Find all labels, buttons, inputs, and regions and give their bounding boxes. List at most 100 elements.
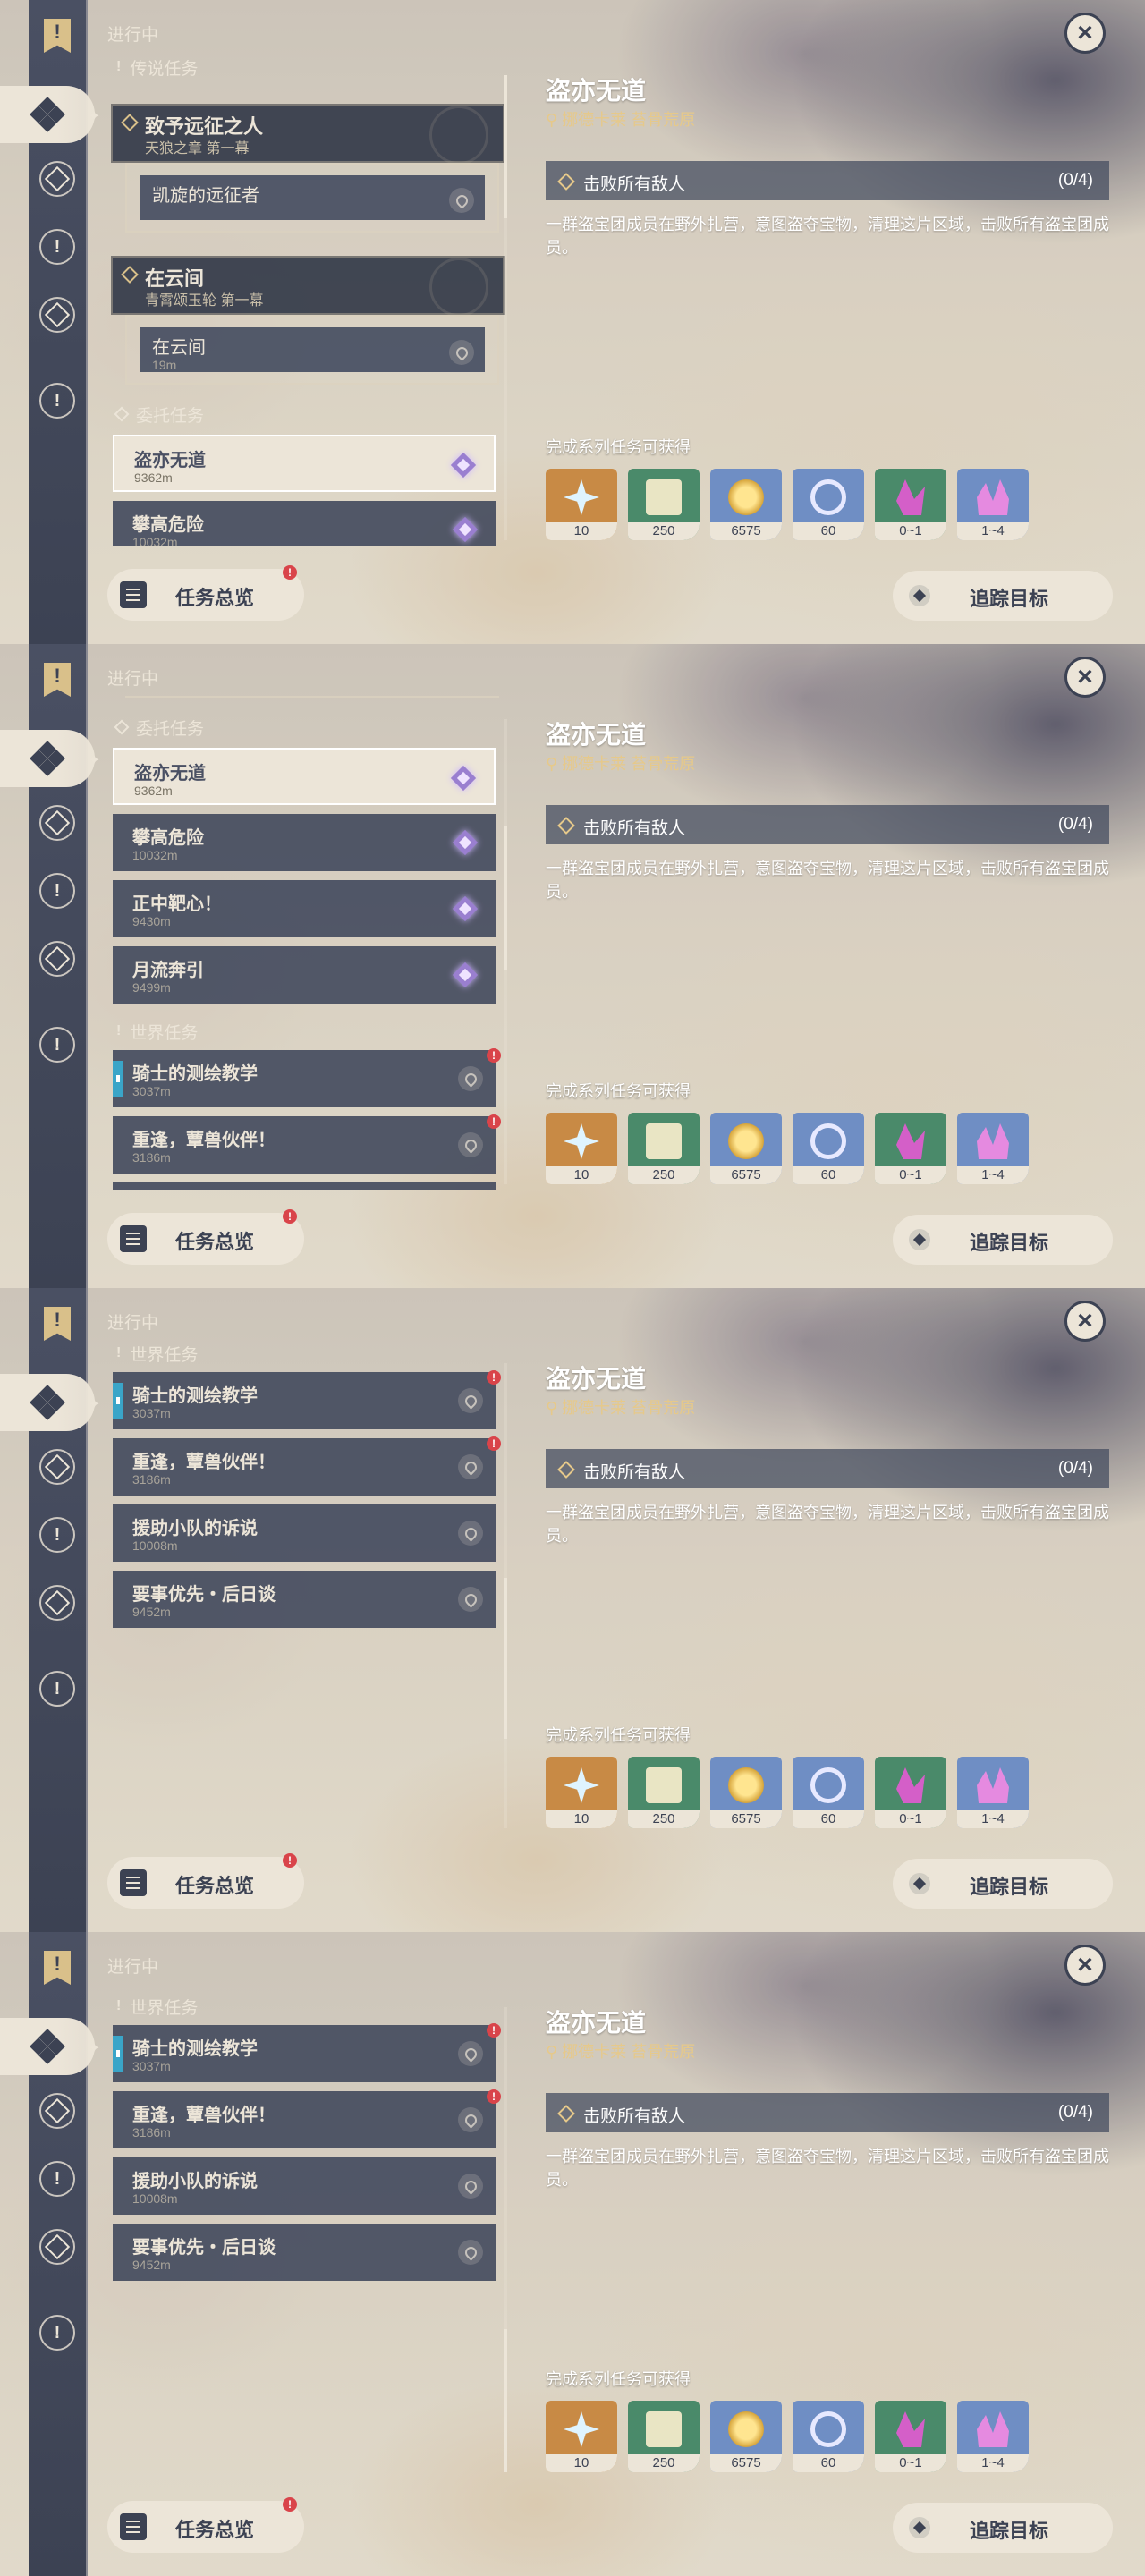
world-quest-row[interactable]: 援助小队的诉说 10008m xyxy=(113,1504,496,1562)
fine-ore-icon[interactable]: 1~4 xyxy=(957,1113,1029,1184)
world-quest-row[interactable]: 援助小队的诉说 10008m xyxy=(113,2157,496,2215)
map-pin-icon[interactable] xyxy=(458,2041,483,2066)
all-quests-tab[interactable]: ✦ xyxy=(0,730,100,787)
commission-quest-tab-icon[interactable] xyxy=(29,2218,86,2275)
world-quest-row[interactable]: 重逢，蕈兽伙伴！ 3186m ! xyxy=(113,2089,501,2148)
track-target-button[interactable]: 追踪目标 xyxy=(893,2503,1113,2553)
all-quests-tab[interactable]: ✦ xyxy=(0,2018,100,2075)
world-quest-tab-icon[interactable]: ! xyxy=(29,2304,86,2361)
world-quest-tab-icon[interactable]: ! xyxy=(29,372,86,429)
quest-overview-button[interactable]: 任务总览 ! xyxy=(107,565,304,621)
map-pin-icon[interactable] xyxy=(458,1132,483,1157)
legend-quest-step[interactable]: 凯旋的远征者 xyxy=(125,163,499,233)
fate-icon[interactable]: 60 xyxy=(793,469,864,540)
archon-quest-tab-icon[interactable] xyxy=(29,1438,86,1496)
world-quest-tab-icon[interactable]: ! xyxy=(29,1016,86,1073)
world-quest-row[interactable]: 要事优先・后日谈 9452m xyxy=(113,1571,496,1628)
world-quest-row[interactable]: 重逢，蕈兽伙伴！ 3186m ! xyxy=(113,1436,501,1496)
adventure-exp-icon[interactable]: 250 xyxy=(628,1757,700,1828)
list-scrollbar[interactable] xyxy=(504,1363,507,1828)
enhancement-ore-icon[interactable]: 0~1 xyxy=(875,2401,946,2472)
world-quest-row[interactable]: 重逢，蕈兽伙伴！ 3186m ! xyxy=(113,1114,501,1174)
archon-quest-tab-icon[interactable] xyxy=(29,150,86,208)
commission-row[interactable]: 攀高危险 10032m xyxy=(113,501,496,546)
all-quests-tab[interactable]: ✦ xyxy=(0,86,100,143)
scrollbar-thumb[interactable] xyxy=(504,75,507,218)
track-target-button[interactable]: 追踪目标 xyxy=(893,571,1113,621)
commission-row[interactable]: 正中靶心！ 9430m xyxy=(113,880,496,937)
quest-list[interactable]: !传说任务 致予远征之人 天狼之章 第一幕 凯旋的远征者 在云间 青霄颂玉轮 第… xyxy=(106,1340,508,1834)
legend-quest-step[interactable]: 在云间 19m xyxy=(125,315,499,385)
list-scrollbar[interactable] xyxy=(504,719,507,1184)
scrollbar-thumb[interactable] xyxy=(504,826,507,970)
story-quest-tab-icon[interactable]: ! xyxy=(29,218,86,275)
commission-row[interactable]: 月流奔引 9499m xyxy=(113,946,496,1004)
commission-row[interactable]: 攀高危险 10032m xyxy=(113,814,496,871)
story-quest-tab-icon[interactable]: ! xyxy=(29,1506,86,1563)
adventure-exp-icon[interactable]: 250 xyxy=(628,1113,700,1184)
mora-icon[interactable]: 6575 xyxy=(710,469,782,540)
enhancement-ore-icon[interactable]: 0~1 xyxy=(875,1757,946,1828)
enhancement-ore-icon[interactable]: 0~1 xyxy=(875,1113,946,1184)
list-scrollbar[interactable] xyxy=(504,2007,507,2472)
world-quest-tab-icon[interactable]: ! xyxy=(29,1660,86,1717)
commission-quest-tab-icon[interactable] xyxy=(29,930,86,987)
fine-ore-icon[interactable]: 1~4 xyxy=(957,469,1029,540)
fine-ore-icon[interactable]: 1~4 xyxy=(957,2401,1029,2472)
legend-quest-header[interactable]: 在云间 青霄颂玉轮 第一幕 xyxy=(111,256,505,317)
new-alert-icon: ! xyxy=(487,2023,501,2038)
archon-quest-tab-icon[interactable] xyxy=(29,794,86,852)
primogem-icon[interactable]: 10 xyxy=(546,2401,617,2472)
map-pin-icon[interactable] xyxy=(449,340,474,365)
scrollbar-thumb[interactable] xyxy=(504,2329,507,2472)
mora-icon[interactable]: 6575 xyxy=(710,1113,782,1184)
map-pin-icon[interactable] xyxy=(458,2174,483,2199)
world-quest-row[interactable]: 骑士的测绘教学 3037m ! xyxy=(113,1048,501,1107)
quest-overview-button[interactable]: 任务总览 ! xyxy=(107,2497,304,2553)
commission-quest-tab-icon[interactable] xyxy=(29,1574,86,1631)
commission-row[interactable]: 盗亦无道 9362m xyxy=(113,435,496,492)
scrollbar-thumb[interactable] xyxy=(504,1578,507,1739)
mora-icon[interactable]: 6575 xyxy=(710,1757,782,1828)
adventure-exp-icon[interactable]: 250 xyxy=(628,469,700,540)
map-pin-icon[interactable] xyxy=(458,1521,483,1546)
adventure-exp-icon[interactable]: 250 xyxy=(628,2401,700,2472)
world-quest-row[interactable]: 骑士的测绘教学 3037m ! xyxy=(113,2023,501,2082)
archon-quest-tab-icon[interactable] xyxy=(29,2082,86,2140)
world-quest-row[interactable]: 要事优先・后日谈 9452m xyxy=(113,2224,496,2281)
map-pin-icon[interactable] xyxy=(458,2240,483,2265)
story-quest-tab-icon[interactable]: ! xyxy=(29,862,86,919)
track-target-button[interactable]: 追踪目标 xyxy=(893,1859,1113,1909)
enhancement-ore-icon[interactable]: 0~1 xyxy=(875,469,946,540)
map-pin-icon[interactable] xyxy=(458,1066,483,1091)
map-pin-icon[interactable] xyxy=(458,1388,483,1413)
primogem-icon[interactable]: 10 xyxy=(546,1113,617,1184)
primogem-icon[interactable]: 10 xyxy=(546,469,617,540)
fine-ore-icon[interactable]: 1~4 xyxy=(957,1757,1029,1828)
map-pin-icon[interactable] xyxy=(458,1587,483,1612)
legend-quest-header[interactable]: 致予远征之人 天狼之章 第一幕 xyxy=(111,104,505,165)
commission-row[interactable]: 盗亦无道 9362m xyxy=(113,748,496,805)
map-pin-icon[interactable] xyxy=(458,1454,483,1479)
map-pin-icon[interactable] xyxy=(449,188,474,213)
commission-quest-tab-icon[interactable] xyxy=(29,286,86,343)
list-scrollbar[interactable] xyxy=(504,75,507,540)
mora-icon[interactable]: 6575 xyxy=(710,2401,782,2472)
quest-overview-button[interactable]: 任务总览 ! xyxy=(107,1853,304,1909)
quest-list[interactable]: !传说任务 致予远征之人 天狼之章 第一幕 凯旋的远征者 在云间 青霄颂玉轮 第… xyxy=(106,1984,508,2478)
quest-overview-button[interactable]: 任务总览 ! xyxy=(107,1209,304,1265)
fate-icon[interactable]: 60 xyxy=(793,1757,864,1828)
track-target-button[interactable]: 追踪目标 xyxy=(893,1215,1113,1265)
fate-icon[interactable]: 60 xyxy=(793,2401,864,2472)
legend-quest-step[interactable]: 在云间 19m xyxy=(125,696,499,698)
story-quest-tab-icon[interactable]: ! xyxy=(29,2150,86,2207)
world-quest-row[interactable]: 骑士的测绘教学 3037m ! xyxy=(113,1370,501,1429)
quest-list[interactable]: !传说任务 致予远征之人 天狼之章 第一幕 凯旋的远征者 在云间 青霄颂玉轮 第… xyxy=(106,696,508,1190)
world-quest-row[interactable]: 援助小队的诉说 10008m xyxy=(113,1182,496,1190)
quest-list[interactable]: !传说任务 致予远征之人 天狼之章 第一幕 凯旋的远征者 在云间 青霄颂玉轮 第… xyxy=(106,52,508,546)
fate-icon[interactable]: 60 xyxy=(793,1113,864,1184)
all-quests-tab[interactable]: ✦ xyxy=(0,1374,100,1431)
track-label: 追踪目标 xyxy=(970,1232,1049,1254)
primogem-icon[interactable]: 10 xyxy=(546,1757,617,1828)
map-pin-icon[interactable] xyxy=(458,2107,483,2132)
